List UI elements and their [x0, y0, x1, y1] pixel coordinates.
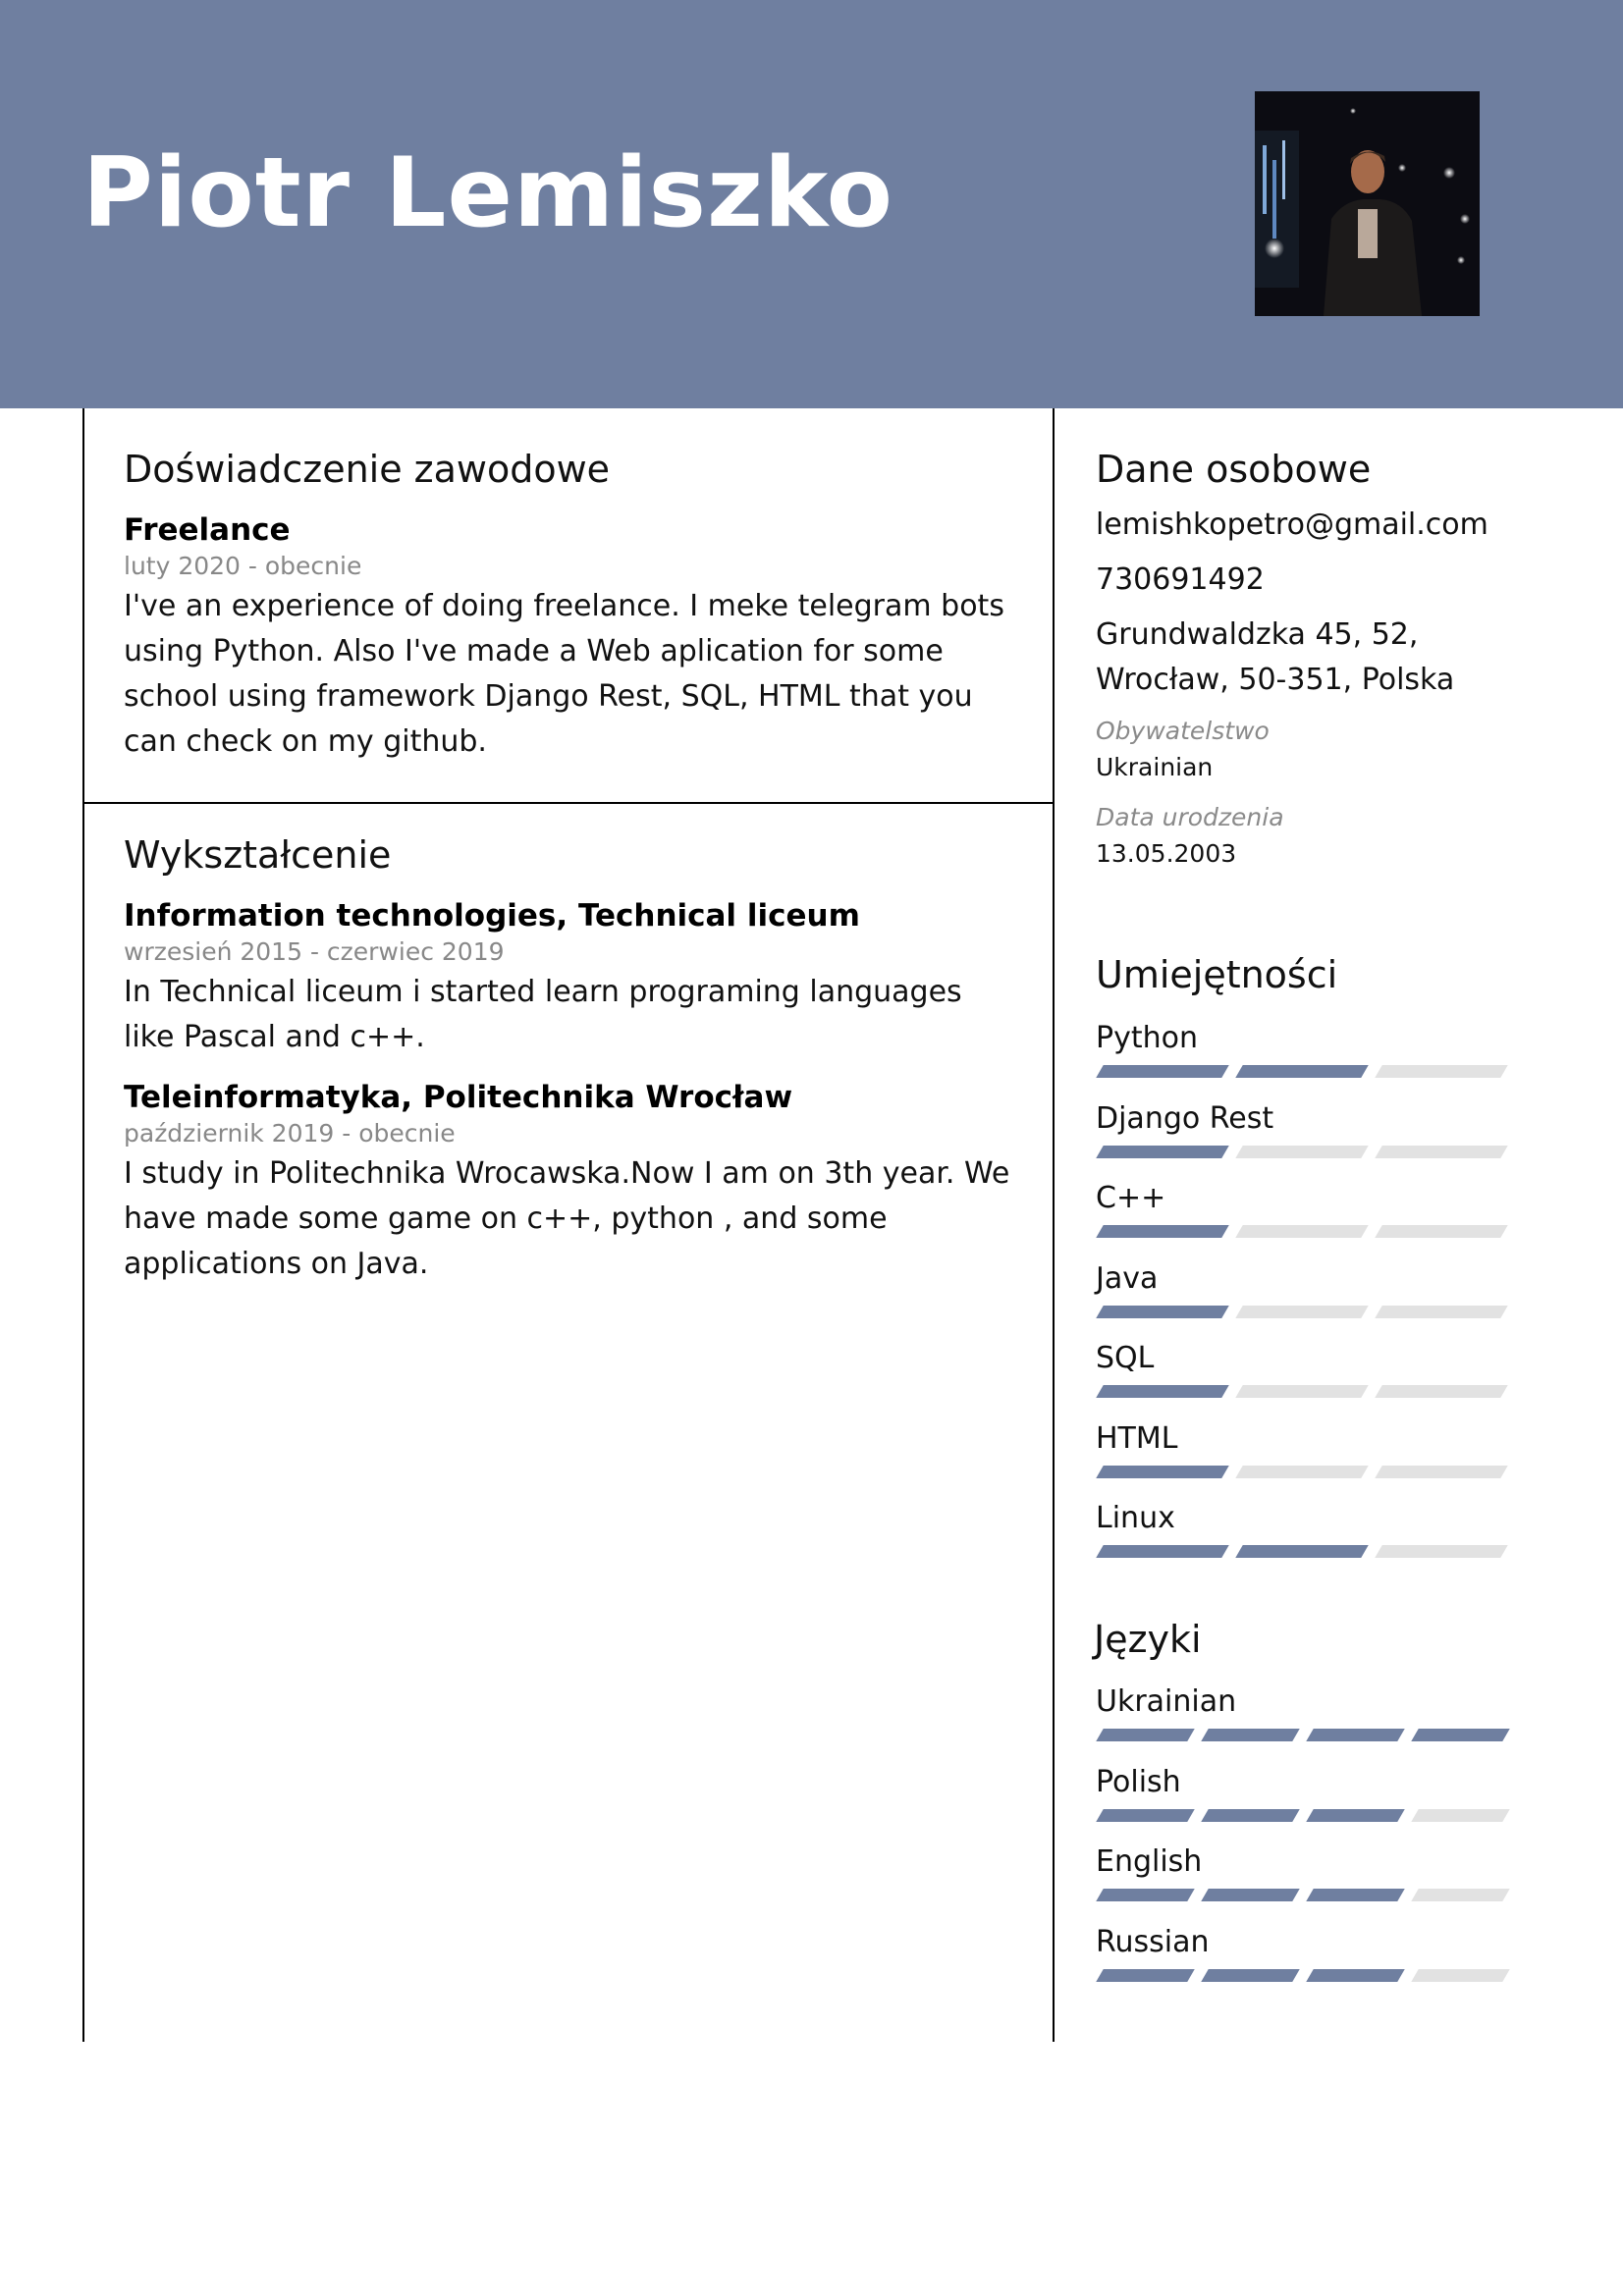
skill-level-bar — [1096, 1385, 1518, 1398]
language-level-segment — [1096, 1729, 1195, 1741]
citizenship-value: Ukrainian — [1096, 753, 1214, 781]
skill-level-segment — [1375, 1385, 1508, 1398]
skill-level-segment — [1235, 1065, 1369, 1078]
language-level-segment — [1096, 1968, 1195, 1982]
candidate-name: Piotr Lemiszko — [82, 137, 893, 249]
address-line-2: Wrocław, 50-351, Polska — [1096, 663, 1455, 697]
experience-section: Doświadczenie zawodowe Freelance luty 20… — [124, 448, 1007, 765]
language-level-segment — [1306, 1889, 1405, 1901]
experience-item: Freelance luty 2020 - obecnie I've an ex… — [124, 512, 1007, 765]
education-item: Information technologies, Technical lice… — [124, 898, 1007, 1060]
language-name: Russian — [1096, 1924, 1210, 1959]
birthdate-label: Data urodzenia — [1096, 803, 1284, 831]
skill-level-segment — [1235, 1145, 1369, 1158]
email[interactable]: lemishkopetro@gmail.com — [1096, 503, 1528, 548]
language-level-segment — [1411, 1968, 1510, 1982]
skill-level-bar — [1096, 1465, 1518, 1478]
language-name: Ukrainian — [1096, 1684, 1237, 1719]
language-level-segment — [1096, 1808, 1195, 1822]
skill-name: Python — [1096, 1021, 1198, 1055]
skill-name: Django Rest — [1096, 1100, 1274, 1136]
phone[interactable]: 730691492 — [1096, 558, 1528, 603]
skill-level-segment — [1096, 1465, 1229, 1478]
education-item-date: październik 2019 - obecnie — [124, 1119, 456, 1148]
profile-photo — [1255, 91, 1480, 316]
birthdate-value: 13.05.2003 — [1096, 839, 1237, 868]
language-name: Polish — [1096, 1764, 1181, 1799]
section-divider — [82, 802, 1055, 804]
skill-level-segment — [1096, 1065, 1229, 1078]
education-item-title: Information technologies, Technical lice… — [124, 898, 860, 934]
skill-level-segment — [1235, 1385, 1369, 1398]
skills-title: Umiejętności — [1096, 953, 1338, 996]
language-level-bar — [1096, 1729, 1520, 1741]
experience-title: Doświadczenie zawodowe — [124, 448, 611, 491]
skill-level-segment — [1375, 1225, 1508, 1238]
personal-data-section: Dane osobowe lemishkopetro@gmail.com 730… — [1096, 448, 1528, 868]
education-item-description: I study in Politechnika Wrocawska.Now I … — [124, 1156, 1010, 1281]
skill-level-bar — [1096, 1545, 1518, 1558]
skill-name: Java — [1096, 1260, 1159, 1296]
skill-level-segment — [1375, 1065, 1508, 1078]
language-level-segment — [1201, 1808, 1300, 1822]
skill-name: SQL — [1096, 1341, 1155, 1375]
language-level-segment — [1411, 1808, 1510, 1822]
language-name: English — [1096, 1844, 1203, 1879]
skill-level-segment — [1235, 1225, 1369, 1238]
language-level-segment — [1306, 1808, 1405, 1822]
skill-level-segment — [1375, 1305, 1508, 1318]
skill-name: HTML — [1096, 1420, 1178, 1456]
language-level-segment — [1201, 1889, 1300, 1901]
language-level-segment — [1411, 1729, 1510, 1741]
skill-level-segment — [1375, 1465, 1508, 1478]
skill-level-segment — [1375, 1545, 1508, 1558]
language-level-bar — [1096, 1968, 1520, 1982]
education-item-title: Teleinformatyka, Politechnika Wrocław — [124, 1080, 793, 1115]
language-level-segment — [1306, 1968, 1405, 1982]
language-level-bar — [1096, 1889, 1520, 1901]
language-level-segment — [1201, 1729, 1300, 1741]
languages-title: Języki — [1094, 1618, 1202, 1661]
skill-level-segment — [1235, 1465, 1369, 1478]
skill-level-segment — [1096, 1385, 1229, 1398]
skill-level-segment — [1235, 1305, 1369, 1318]
header-banner: Piotr Lemiszko — [0, 0, 1623, 408]
skill-level-segment — [1096, 1545, 1229, 1558]
experience-item-description: I've an experience of doing freelance. I… — [124, 589, 1004, 759]
profile-photo-image — [1255, 91, 1480, 316]
skill-level-bar — [1096, 1225, 1518, 1238]
skill-level-segment — [1235, 1545, 1369, 1558]
education-section: Wykształcenie Information technologies, … — [124, 833, 1009, 1287]
skill-level-bar — [1096, 1145, 1518, 1158]
personal-data-title: Dane osobowe — [1096, 448, 1372, 491]
education-item-description: In Technical liceum i started learn prog… — [124, 975, 962, 1054]
education-item: Teleinformatyka, Politechnika Wrocław pa… — [124, 1080, 1009, 1287]
skill-name: C++ — [1096, 1181, 1166, 1215]
experience-item-date: luty 2020 - obecnie — [124, 552, 362, 580]
education-title: Wykształcenie — [124, 833, 392, 877]
skill-level-segment — [1096, 1305, 1229, 1318]
skill-level-segment — [1375, 1145, 1508, 1158]
address-line-1: Grundwaldzka 45, 52, — [1096, 617, 1419, 652]
language-level-segment — [1201, 1968, 1300, 1982]
language-level-segment — [1411, 1889, 1510, 1901]
skill-level-segment — [1096, 1145, 1229, 1158]
citizenship-label: Obywatelstwo — [1096, 717, 1270, 745]
skill-level-bar — [1096, 1305, 1518, 1318]
skill-level-bar — [1096, 1065, 1518, 1078]
column-divider — [1053, 408, 1055, 2042]
left-border — [82, 408, 84, 2042]
skill-name: Linux — [1096, 1501, 1175, 1535]
experience-item-title: Freelance — [124, 512, 291, 548]
language-level-segment — [1096, 1889, 1195, 1901]
language-level-segment — [1306, 1729, 1405, 1741]
skill-level-segment — [1096, 1225, 1229, 1238]
language-level-bar — [1096, 1808, 1520, 1822]
education-item-date: wrzesień 2015 - czerwiec 2019 — [124, 937, 505, 966]
